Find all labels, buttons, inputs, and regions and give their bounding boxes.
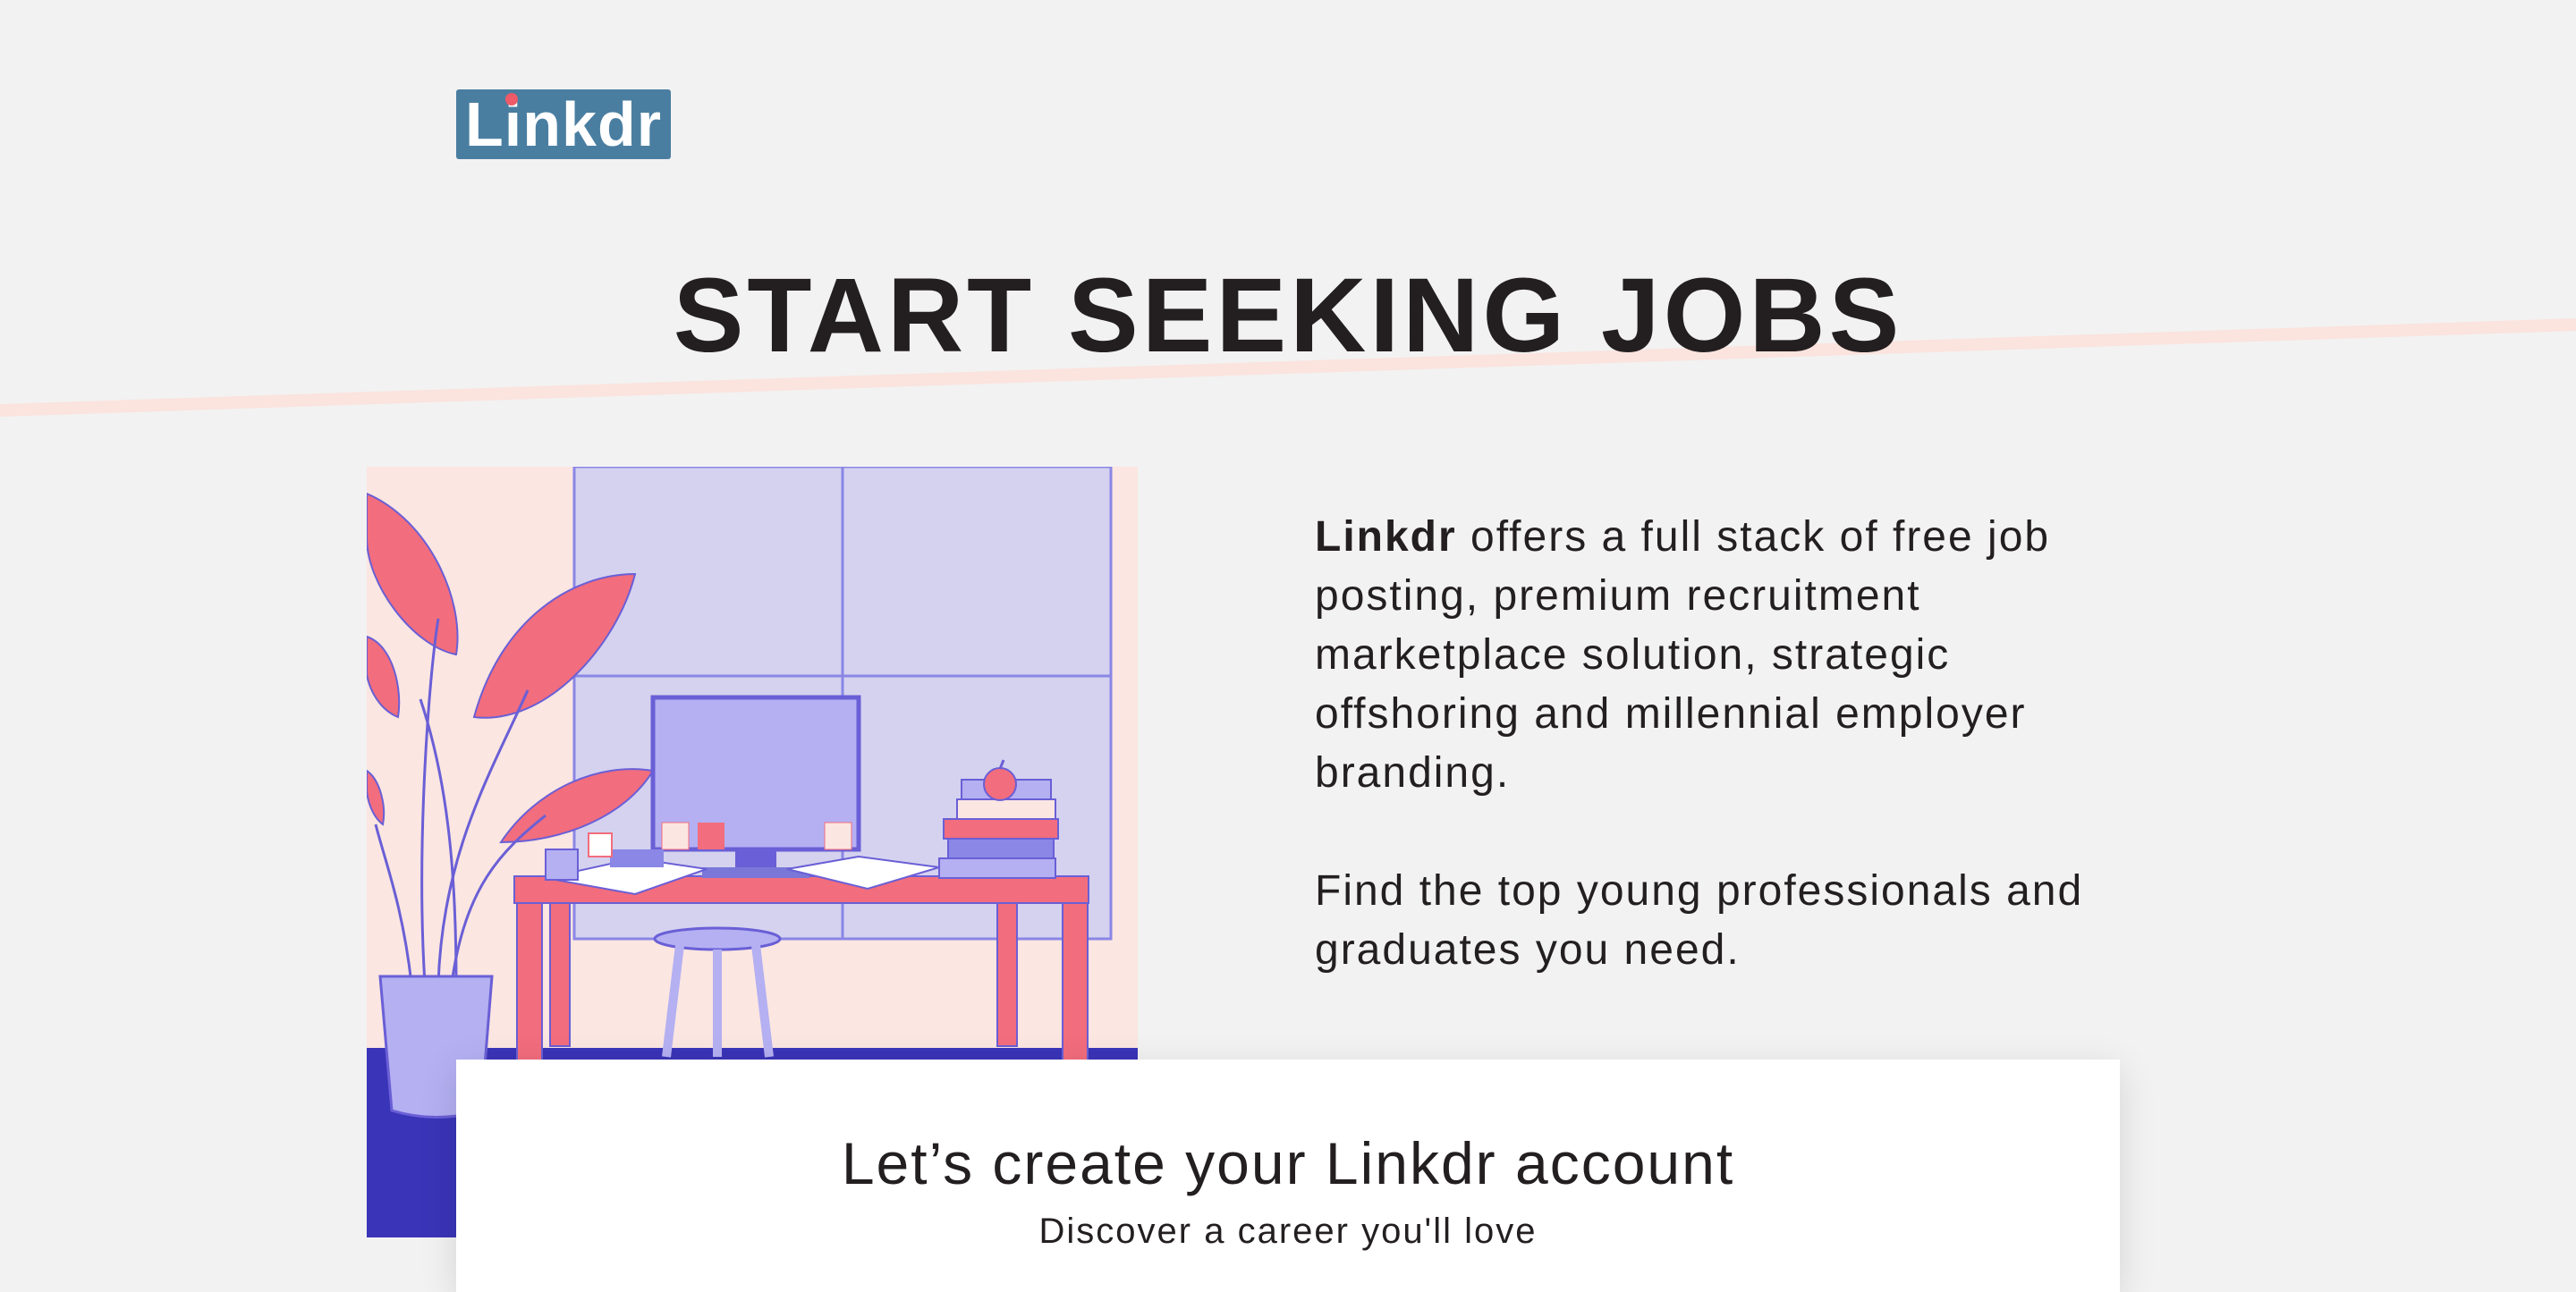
logo-dot-icon — [505, 93, 518, 106]
intro-paragraph-2: Find the top young professionals and gra… — [1315, 867, 2084, 974]
brand-name-text: Linkdr — [1315, 513, 1457, 561]
logo-text: Linkdr — [465, 89, 662, 159]
intro-paragraph-1: Linkdr offers a full stack of free job p… — [1315, 508, 2120, 803]
linkdr-logo[interactable]: Linkdr — [456, 89, 671, 159]
signup-card-title: Let’s create your Linkdr account — [841, 1130, 1735, 1196]
intro-description: Linkdr offers a full stack of free job p… — [1315, 508, 2120, 1039]
signup-card: Let’s create your Linkdr account Discove… — [456, 1060, 2120, 1292]
signup-card-subtitle: Discover a career you'll love — [1038, 1212, 1538, 1251]
page-title: START SEEKING JOBS — [673, 257, 1903, 375]
